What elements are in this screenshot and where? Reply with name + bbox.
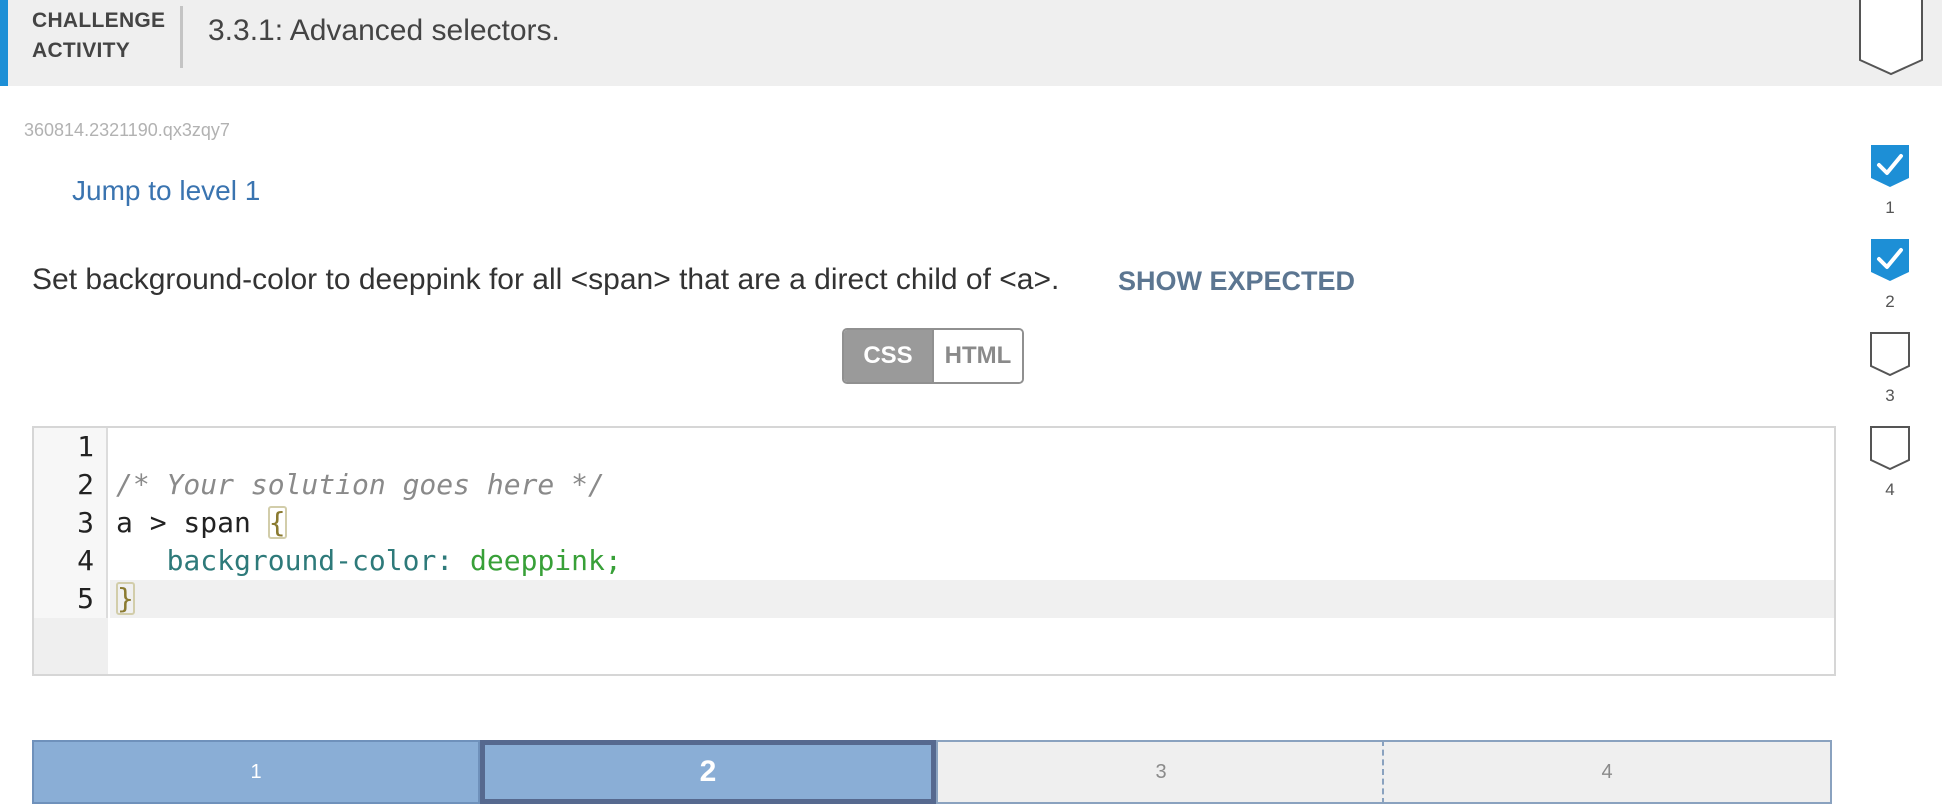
code-comment: /* Your solution goes here */ [116, 468, 605, 501]
line-number: 4 [77, 544, 94, 577]
activity-header: CHALLENGE ACTIVITY 3.3.1: Advanced selec… [0, 0, 1942, 86]
check-icon [1871, 239, 1909, 281]
progress-label: 2 [1885, 292, 1895, 311]
code-close-brace: } [116, 582, 135, 615]
line-number-gutter: 1 2 3 4 5 [34, 428, 108, 674]
line-number: 5 [77, 582, 94, 615]
level-tab-3[interactable]: 3 [936, 740, 1386, 804]
level-tab-1[interactable]: 1 [32, 740, 480, 804]
code-open-brace: { [267, 506, 287, 539]
language-toggle: CSS HTML [842, 328, 1024, 384]
line-number: 2 [77, 468, 94, 501]
code-line-2[interactable]: /* Your solution goes here */ [116, 466, 605, 504]
completion-badge-icon [1859, 0, 1923, 76]
activity-id: 360814.2321190.qx3zqy7 [24, 120, 230, 140]
progress-label: 4 [1885, 480, 1895, 499]
check-icon [1871, 145, 1909, 187]
css-tab[interactable]: CSS [844, 330, 932, 382]
header-divider [180, 6, 183, 68]
code-line-4[interactable]: background-color: deeppink; [116, 542, 622, 580]
instruction-text: Set background-color to deeppink for all… [32, 263, 1060, 296]
line-number: 1 [77, 430, 94, 463]
activity-type-line2: ACTIVITY [32, 39, 131, 62]
line-number: 3 [77, 506, 94, 539]
progress-label: 1 [1885, 198, 1895, 217]
level-tab-2[interactable]: 2 [480, 740, 936, 804]
level-tab-4[interactable]: 4 [1382, 740, 1832, 804]
code-property: background-color: [166, 544, 454, 577]
level-tabs: 1 2 3 4 [32, 740, 1832, 804]
progress-level-3: 3 [1870, 332, 1910, 405]
activity-type-line1: CHALLENGE [32, 9, 166, 32]
code-line-5[interactable]: } [116, 580, 135, 618]
activity-type-label: CHALLENGE ACTIVITY [32, 6, 172, 66]
header-accent-bar [0, 0, 8, 86]
progress-label: 3 [1885, 386, 1895, 405]
activity-title: 3.3.1: Advanced selectors. [208, 14, 560, 47]
code-line-3[interactable]: a > span { [116, 504, 287, 542]
code-editor[interactable]: 1 2 3 4 5 /* Your solution goes here */ … [32, 426, 1836, 676]
jump-to-level-link[interactable]: Jump to level 1 [72, 175, 260, 207]
gutter-filler [34, 618, 108, 674]
progress-level-2: 2 [1870, 238, 1910, 311]
code-value: deeppink; [453, 544, 622, 577]
empty-badge-icon [1870, 426, 1910, 470]
progress-level-1: 1 [1870, 144, 1910, 217]
show-expected-button[interactable]: SHOW EXPECTED [1118, 266, 1355, 297]
active-line-highlight [110, 580, 1834, 618]
progress-level-4: 4 [1870, 426, 1910, 499]
empty-badge-icon [1870, 332, 1910, 376]
code-selector: a > span [116, 506, 268, 539]
html-tab[interactable]: HTML [932, 330, 1022, 382]
